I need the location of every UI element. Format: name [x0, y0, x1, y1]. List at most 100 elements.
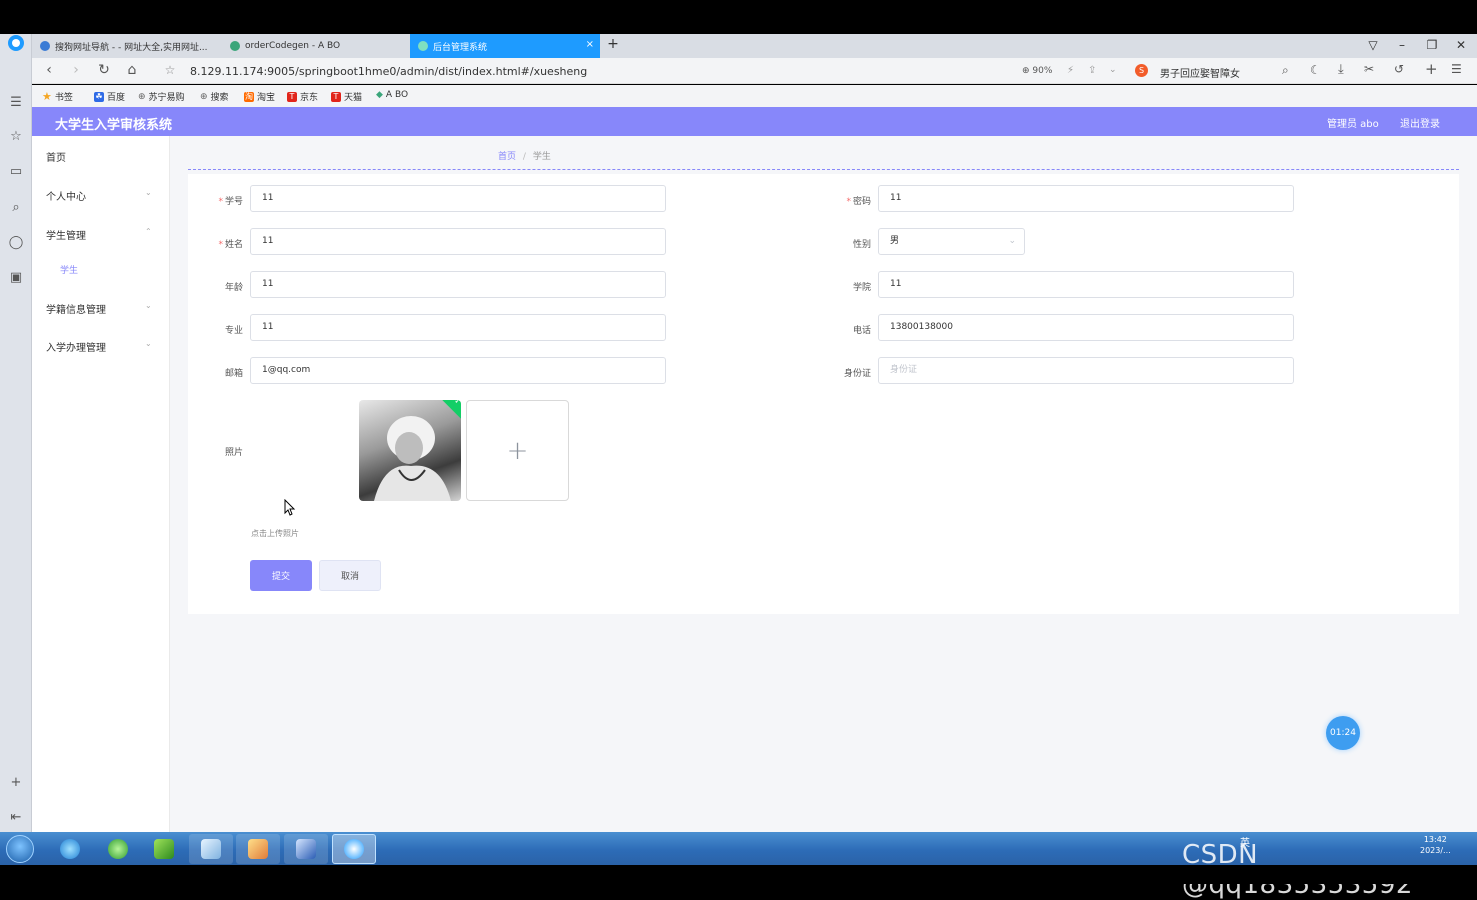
chevron-down-icon: ⌄ [145, 301, 152, 310]
sidebar-item-home[interactable]: 首页 [46, 149, 66, 164]
zoom-value: 90% [1032, 66, 1053, 76]
tab-menu-icon[interactable]: ▽ [1365, 38, 1381, 52]
search-icon[interactable]: ⌕ [1282, 63, 1289, 78]
reload-icon[interactable]: ↻ [95, 62, 113, 78]
media-player-icon [154, 839, 174, 859]
logout-button[interactable]: 退出登录 [1400, 115, 1440, 130]
new-tab-icon[interactable]: + [605, 36, 621, 52]
zoom-level[interactable]: ⊕ 90% [1022, 66, 1052, 76]
bookmark-item[interactable]: T 京东 [287, 90, 318, 103]
chat-icon[interactable]: ◯ [6, 232, 26, 252]
bookmark-item[interactable]: ⊕ 苏宁易购 [138, 90, 185, 104]
taskbar-qq-browser[interactable] [332, 834, 376, 864]
bookmark-item[interactable]: T 天猫 [331, 90, 362, 103]
flash-icon[interactable]: ⚡ [1067, 65, 1074, 76]
bookmark-item[interactable]: ☘ 百度 [94, 90, 125, 103]
taskbar-word[interactable] [284, 834, 328, 864]
field-label-mima: * 密码 [846, 197, 871, 207]
bookmark-item[interactable]: 淘 淘宝 [244, 90, 275, 103]
dianhua-input[interactable]: 13800138000 [878, 314, 1294, 341]
tmall-icon: T [331, 91, 341, 102]
sidebar-item-personal-center[interactable]: 个人中心 [46, 188, 86, 203]
restore-icon[interactable]: ❐ [1424, 38, 1440, 52]
sogou-search-icon[interactable]: S [1135, 64, 1148, 77]
field-label-zhuanye: 专业 [224, 326, 243, 336]
collapse-icon[interactable]: ⇤ [6, 807, 26, 827]
globe-icon: ⊕ [138, 91, 146, 102]
mima-input[interactable]: 11 [878, 185, 1294, 212]
translate-icon[interactable]: ▣ [6, 267, 26, 287]
divider [188, 169, 1459, 170]
book-icon[interactable]: ▭ [6, 161, 26, 181]
bookmark-label: A BO [385, 90, 409, 100]
reading-list-icon[interactable]: ☰ [6, 92, 26, 112]
tab-admin[interactable]: 后台管理系统 × [410, 34, 600, 58]
screenshot-scissors-icon[interactable]: ✂ [1364, 62, 1374, 76]
field-label-zhaopian: 照片 [224, 448, 243, 458]
timer-badge[interactable]: 01:24 [1326, 716, 1360, 750]
windows-start-icon[interactable] [6, 835, 34, 863]
taskbar-paint[interactable] [236, 834, 280, 864]
url-field[interactable]: 8.129.11.174:9005/springboot1hme0/admin/… [190, 65, 587, 78]
check-icon: ✓ [454, 400, 461, 407]
xingbie-selected-value: 男 [890, 236, 900, 246]
tab-label: orderCodegen - A BO [245, 41, 341, 51]
taskbar-browser[interactable] [96, 834, 140, 864]
vue-favicon-icon [418, 41, 428, 51]
taskbar-explorer[interactable] [189, 834, 233, 864]
xingbie-select[interactable]: 男 ⌄ [878, 228, 1025, 255]
bookmark-star-icon[interactable]: ☆ [161, 63, 179, 77]
night-mode-icon[interactable]: ☾ [1310, 63, 1321, 77]
sidebar-item-enrollment-info[interactable]: 学籍信息管理 [46, 301, 106, 316]
breadcrumb-home[interactable]: 首页 [498, 152, 516, 162]
upload-add-button[interactable]: + [466, 400, 569, 501]
youxiang-input[interactable]: 1@qq.com [250, 357, 666, 384]
menu-icon[interactable]: ☰ [1451, 62, 1462, 76]
sidebar-item-admission-management[interactable]: 入学办理管理 [46, 339, 106, 354]
breadcrumb: 首页 / 学生 [498, 149, 551, 162]
field-label-xingbie: 性别 [852, 240, 871, 250]
minimize-icon[interactable]: – [1394, 38, 1410, 52]
uploaded-photo-thumbnail[interactable]: ✓ [359, 400, 461, 501]
share-icon[interactable]: ⇪ [1088, 65, 1096, 76]
address-bar: ‹ › ↻ ⌂ ☆ 8.129.11.174:9005/springboot1h… [32, 58, 1477, 84]
nianling-input[interactable]: 11 [250, 271, 666, 298]
screen-bottom-bar [0, 865, 1477, 884]
add-icon[interactable]: + [1425, 60, 1438, 78]
close-window-icon[interactable]: ✕ [1453, 38, 1469, 52]
sidebar-item-student[interactable]: 学生 [60, 263, 78, 276]
browser-logo-icon[interactable] [6, 33, 26, 53]
undo-icon[interactable]: ↺ [1394, 62, 1404, 76]
field-label-dianhua: 电话 [852, 326, 871, 336]
app-title: 大学生入学审核系统 [55, 118, 173, 133]
tab-ordercodegen[interactable]: orderCodegen - A BO [222, 34, 410, 58]
cancel-button[interactable]: 取消 [319, 560, 381, 591]
chevron-down-icon[interactable]: ⌄ [1109, 65, 1117, 75]
tab-sogou[interactable]: 搜狗网址导航 - - 网址大全,实用网址... [32, 34, 212, 58]
zhuanye-input[interactable]: 11 [250, 314, 666, 341]
download-icon[interactable]: ⤓ [1338, 62, 1344, 77]
field-label-youxiang: 邮箱 [224, 369, 243, 379]
shenfenzheng-input[interactable]: 身份证 [878, 357, 1294, 384]
home-icon[interactable]: ⌂ [123, 62, 141, 78]
submit-button[interactable]: 提交 [250, 560, 312, 591]
forward-icon[interactable]: › [67, 62, 85, 78]
taskbar-media-player[interactable] [142, 834, 186, 864]
favorites-star-icon[interactable]: ☆ [6, 126, 26, 146]
search-icon[interactable]: ⌕ [6, 197, 26, 217]
xueyuan-input[interactable]: 11 [878, 271, 1294, 298]
xingming-input[interactable]: 11 [250, 228, 666, 255]
add-icon[interactable]: + [6, 772, 26, 792]
taskbar-ie[interactable] [48, 834, 92, 864]
bookmark-item[interactable]: ◆ A BO [376, 90, 408, 100]
tab-close-icon[interactable]: × [586, 39, 594, 50]
sidebar-item-student-management[interactable]: 学生管理 [46, 227, 86, 242]
bookmark-item[interactable]: ★ 书签 [42, 90, 73, 103]
xuehao-input[interactable]: 11 [250, 185, 666, 212]
back-icon[interactable]: ‹ [40, 62, 58, 78]
search-suggestion[interactable]: 男子回应娶智障女 [1160, 65, 1240, 80]
ie-icon [60, 839, 80, 859]
bookmark-label: 淘宝 [257, 93, 276, 103]
bookmark-item[interactable]: ⊕ 搜索 [200, 90, 229, 104]
star-icon: ★ [42, 90, 52, 103]
